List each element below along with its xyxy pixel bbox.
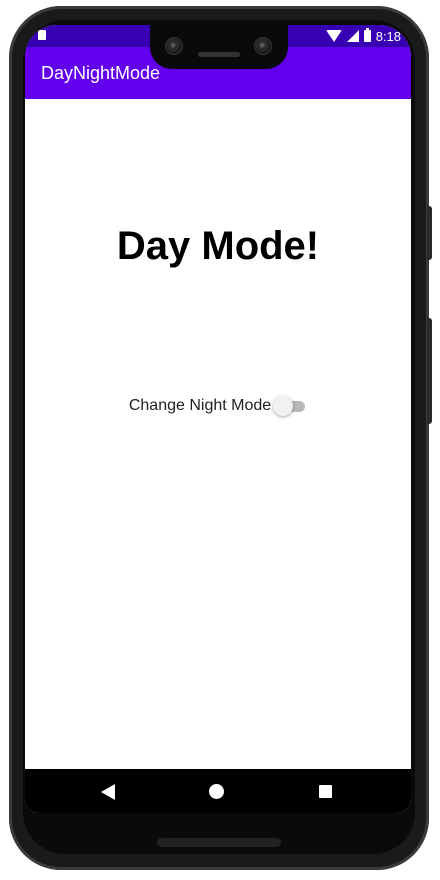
back-icon[interactable]	[101, 784, 115, 800]
earpiece-speaker	[198, 52, 240, 57]
front-camera-icon	[254, 37, 272, 55]
battery-charging-icon	[363, 28, 371, 42]
recents-icon[interactable]	[319, 785, 332, 798]
main-content: Day Mode! Change Night Mode	[25, 99, 411, 769]
camera-notch	[150, 25, 288, 69]
device-screen: 8:18 DayNightMode Day Mode! Change Night…	[25, 25, 411, 813]
day-mode-headline: Day Mode!	[116, 224, 320, 268]
night-mode-switch[interactable]	[273, 395, 307, 417]
switch-thumb	[273, 396, 294, 416]
home-icon[interactable]	[209, 784, 224, 799]
wifi-icon	[325, 30, 342, 42]
signal-icon	[346, 30, 359, 42]
night-mode-toggle-row: Change Night Mode	[25, 395, 411, 417]
status-icons: 8:18	[325, 28, 401, 44]
sim-card-icon	[38, 30, 46, 40]
night-mode-label: Change Night Mode	[128, 397, 272, 414]
volume-button	[427, 318, 432, 424]
power-button	[427, 206, 432, 260]
navigation-bar	[25, 769, 411, 813]
front-camera-icon	[165, 37, 183, 55]
status-time: 8:18	[375, 28, 401, 44]
app-title: DayNightMode	[41, 63, 161, 83]
bottom-speaker-grille	[157, 838, 281, 847]
